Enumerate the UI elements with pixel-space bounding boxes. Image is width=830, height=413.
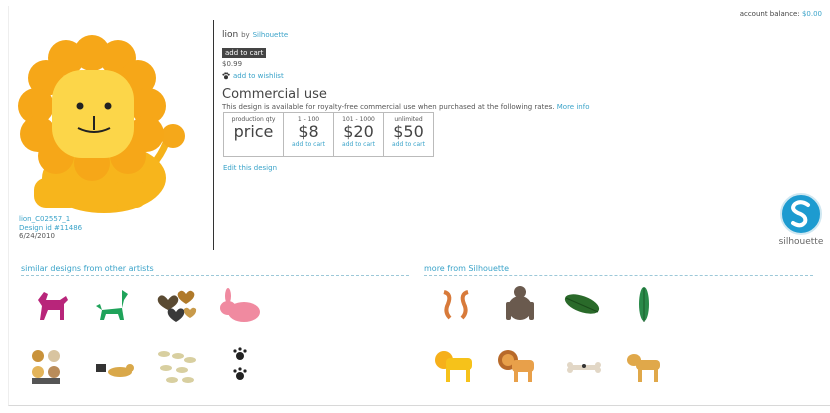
add-to-wishlist-label: add to wishlist: [233, 72, 284, 80]
design-filename[interactable]: lion_C02557_1: [19, 215, 82, 224]
paw-prints-icon[interactable]: [222, 346, 266, 386]
commercial-description-text: This design is available for royalty-fre…: [222, 103, 555, 111]
pink-horse-icon[interactable]: [30, 286, 74, 326]
more-from-silhouette-divider: [424, 275, 813, 276]
fern-icon[interactable]: [622, 284, 666, 324]
tiny-dogs-icon[interactable]: [92, 350, 136, 390]
commercial-use-description: This design is available for royalty-fre…: [222, 103, 589, 111]
account-balance-amount[interactable]: $0.00: [802, 10, 822, 18]
leaf-pattern-icon[interactable]: [154, 346, 198, 386]
tier-price: $20: [343, 122, 374, 141]
rates-header-cell: production qty price: [223, 112, 284, 157]
account-balance-label: account balance:: [739, 10, 800, 18]
price-label: price: [233, 122, 274, 141]
commercial-use-heading: Commercial use: [222, 87, 327, 102]
brown-lion-icon[interactable]: [496, 346, 540, 386]
tier-add-to-cart-link[interactable]: add to cart: [284, 141, 333, 148]
add-to-cart-button[interactable]: add to cart: [222, 48, 267, 58]
design-id: Design id #11486: [19, 223, 83, 232]
vertical-divider: [213, 20, 214, 250]
tier-add-to-cart-link[interactable]: add to cart: [384, 141, 433, 148]
leaf-icon[interactable]: [560, 286, 604, 326]
edit-design-link[interactable]: Edit this design: [223, 164, 277, 172]
design-by-label: by: [241, 31, 250, 39]
design-artist-link[interactable]: Silhouette: [253, 31, 289, 39]
tier-add-to-cart-link[interactable]: add to cart: [334, 141, 383, 148]
paw-icon: [222, 72, 230, 80]
silhouette-logo-icon: [780, 193, 822, 235]
design-price: $0.99: [222, 60, 243, 68]
account-balance: account balance: $0.00: [740, 10, 822, 18]
design-title: lion: [222, 30, 239, 40]
lion-illustration: [18, 35, 185, 213]
yellow-lion-icon[interactable]: [434, 346, 478, 386]
seahorses-icon[interactable]: [434, 286, 478, 326]
silhouette-logo-word: silhouette: [778, 237, 824, 247]
rate-tier-1: 1 - 100 $8 add to cart: [283, 112, 334, 157]
rate-tier-2: 101 - 1000 $20 add to cart: [333, 112, 384, 157]
design-purchase-info: lion by Silhouette add to cart $0.99 add…: [222, 30, 288, 80]
add-to-wishlist-link[interactable]: add to wishlist: [222, 72, 288, 80]
lioness-icon[interactable]: [622, 346, 666, 386]
silhouette-logo[interactable]: silhouette: [777, 193, 825, 247]
rate-tier-3: unlimited $50 add to cart: [383, 112, 434, 157]
baby-animals-icon[interactable]: [28, 346, 72, 386]
pink-bunny-icon[interactable]: [218, 286, 262, 326]
commercial-rates-table: production qty price 1 - 100 $8 add to c…: [223, 112, 434, 157]
tier-price: $50: [393, 122, 424, 141]
design-date: 6/24/2010: [19, 232, 55, 240]
more-from-silhouette-heading[interactable]: more from Silhouette: [424, 264, 509, 273]
design-meta: lion_C02557_1 Design id #11486 6/24/2010: [19, 215, 82, 241]
design-preview-image: [16, 28, 188, 218]
gorilla-icon[interactable]: [498, 284, 542, 324]
tier-price: $8: [298, 122, 319, 141]
commercial-use-section: Commercial use This design is available …: [222, 87, 589, 111]
design-title-line: lion by Silhouette: [222, 30, 288, 40]
similar-designs-divider: [21, 275, 409, 276]
bone-icon[interactable]: [562, 348, 606, 388]
similar-designs-heading[interactable]: similar designs from other artists: [21, 264, 154, 273]
animal-print-hearts-icon[interactable]: [154, 288, 198, 328]
green-horse-icon[interactable]: [92, 286, 136, 326]
more-info-link[interactable]: More info: [557, 103, 590, 111]
